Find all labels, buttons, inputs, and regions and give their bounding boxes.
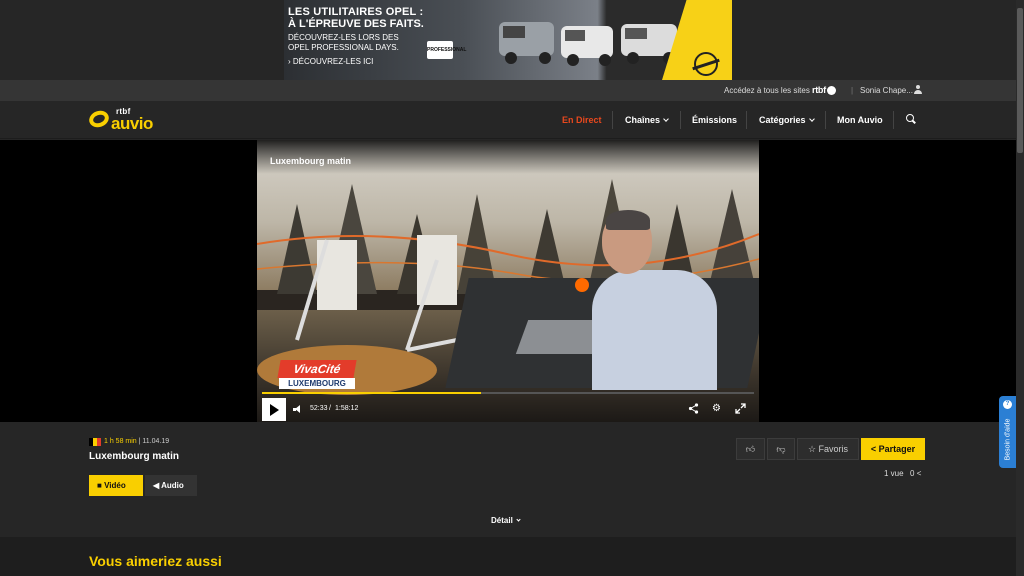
ad-headline-1: LES UTILITAIRES OPEL : [288,6,424,18]
ad-cta-link[interactable]: › DÉCOUVREZ-LES ICI [288,57,448,66]
chevron-down-icon [663,116,669,122]
ad-vans-image [499,22,677,66]
fullscreen-icon[interactable] [735,403,746,414]
ad-sub-1: DÉCOUVREZ-LES LORS DES [288,33,399,42]
vivacite-logo: VivaCité LUXEMBOURG [277,360,357,392]
tab-video-label: Vidéo [104,481,126,490]
ad-badge: PROFESSIONAL [427,41,466,59]
progress-bar[interactable] [262,392,754,394]
nav-divider [612,111,613,129]
thumbs-up-icon: 👍︎ [745,444,756,454]
time-separator: / [329,405,331,412]
favoris-button[interactable]: ☆ Favoris [797,438,859,460]
video-player[interactable]: Luxembourg matin VivaCité LUXEMBOURG [257,140,759,422]
view-count: 1 vue [884,469,904,478]
meta-separator: | [138,438,141,445]
ad-text-block: LES UTILITAIRES OPEL : À L'ÉPREUVE DES F… [288,6,448,66]
dislike-button[interactable]: 👎︎ [767,438,795,460]
tab-audio[interactable]: ◀ Audio [145,475,197,496]
duration: 1:58:12 [335,405,359,412]
search-icon[interactable] [906,114,915,123]
nav-divider [680,111,681,129]
nav-divider [746,111,747,129]
nav-mon-auvio[interactable]: Mon Auvio [837,115,883,125]
access-sites-link[interactable]: Accédez à tous les sites [724,86,810,95]
nav-emissions[interactable]: Émissions [692,115,737,125]
utility-bar: Accédez à tous les sites rtbf | Sonia Ch… [0,80,1024,101]
vivacite-logo-bottom: LUXEMBOURG [279,378,355,389]
favoris-label: Favoris [818,444,849,454]
belgian-flag-icon [89,438,101,446]
help-tab[interactable]: ? Besoin d'aide [999,396,1016,468]
current-time: 52:33 [310,405,328,412]
volume-icon[interactable] [293,405,303,414]
episode-duration: 1 h 58 min [104,438,137,445]
opel-logo-icon [694,52,718,76]
episode-date: 11.04.19 [142,438,170,445]
rtbf-dot-icon [826,86,836,96]
episode-title: Luxembourg matin [89,451,180,462]
video-overlay-title: Luxembourg matin [270,156,352,166]
tab-video[interactable]: ■ Vidéo [89,475,143,496]
star-icon: ☆ [807,444,819,454]
vivacite-logo-top: VivaCité [277,360,357,378]
detail-toggle[interactable]: Détail [491,516,521,525]
help-label: Besoin d'aide [1004,418,1012,461]
rtbf-sites-logo[interactable]: rtbf [812,85,836,96]
share-icon: < [916,469,922,478]
utility-separator: | [851,86,854,95]
nav-divider [893,111,894,129]
presenter [592,210,717,390]
nav-categories-label: Catégories [759,115,806,125]
nav-chaines-label: Chaînes [625,115,661,125]
ad-sub-2: OPEL PROFESSIONAL DAYS. [288,43,399,52]
gear-icon[interactable]: ⚙ [711,403,722,414]
nav-chaines[interactable]: Chaînes [625,115,669,125]
play-button[interactable] [262,398,286,421]
presenter-body [592,270,717,390]
share-icon: < [870,444,879,454]
partager-label: Partager [878,444,916,454]
partager-button[interactable]: < Partager [861,438,925,460]
chevron-down-icon [808,116,815,122]
detail-label: Détail [491,516,513,525]
scrollbar-thumb[interactable] [1017,8,1023,153]
user-name[interactable]: Sonia Chape... [860,86,913,95]
episode-meta: 1 h 58 min | 11.04.19 [104,438,169,445]
video-camera-icon: ■ [97,481,105,490]
progress-fill [262,392,481,394]
share-count-value: 0 [910,469,915,478]
page: LES UTILITAIRES OPEL : À L'ÉPREUVE DES F… [0,0,1024,576]
nav-categories[interactable]: Catégories [759,115,815,125]
share-icon[interactable] [688,403,699,414]
tab-audio-label: Audio [161,481,184,490]
logo-auvio-text: auvio [111,114,153,133]
presenter-hair [606,210,650,230]
share-count: 0 < [910,469,921,478]
thumbs-down-icon: 👎︎ [776,444,786,454]
opel-ad-banner[interactable]: LES UTILITAIRES OPEL : À L'ÉPREUVE DES F… [284,0,732,80]
ad-headline-2: À L'ÉPREUVE DES FAITS. [288,18,424,30]
like-button[interactable]: 👍︎ [736,438,765,460]
nav-divider [825,111,826,129]
speaker-icon: ◀ [153,481,162,490]
nav-en-direct[interactable]: En Direct [562,115,602,125]
auvio-logo[interactable]: rtbf auvio [86,107,169,133]
user-icon[interactable] [914,85,922,95]
recommendations-title: Vous aimeriez aussi [89,553,222,569]
rtbf-sites-label: rtbf [812,85,826,95]
logo-ring-icon [86,108,112,130]
chevron-down-icon [516,517,521,522]
page-scrollbar[interactable] [1016,0,1024,576]
ad-strip: LES UTILITAIRES OPEL : À L'ÉPREUVE DES F… [0,0,1024,80]
orange-mic [575,278,589,292]
